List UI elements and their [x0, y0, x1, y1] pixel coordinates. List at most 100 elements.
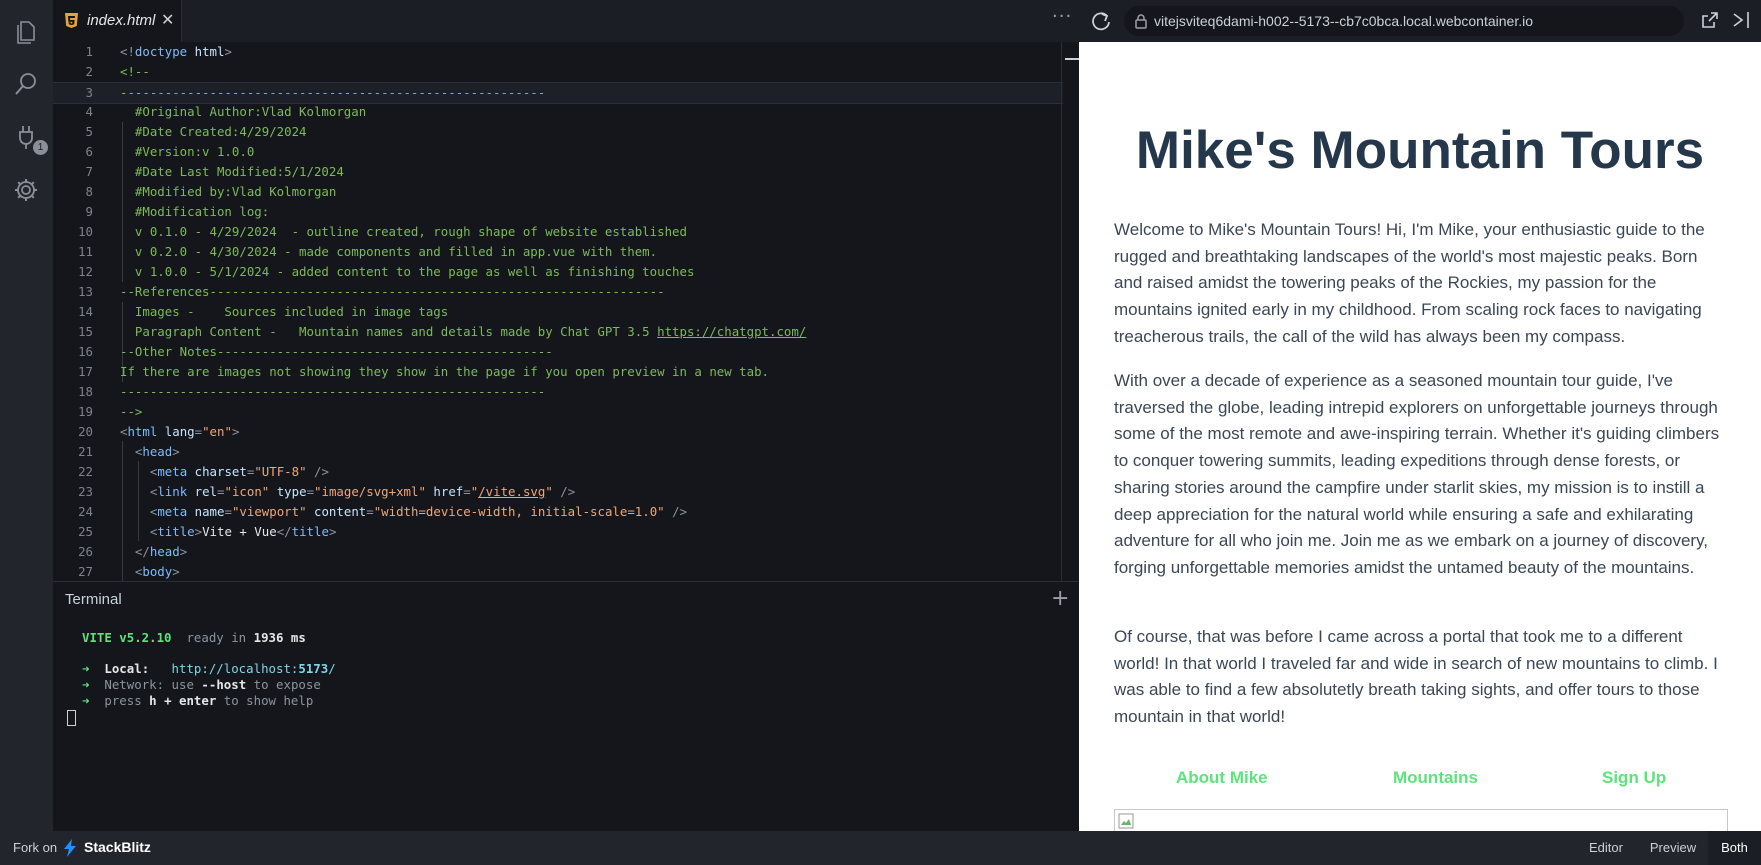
line-number: 2 — [85, 64, 93, 79]
code-line[interactable]: 6 #Version:v 1.0.0 — [53, 142, 1063, 162]
code-line[interactable]: 19 --> — [53, 402, 1063, 422]
code-line[interactable]: 25 <title>Vite + Vue</title> — [53, 522, 1063, 542]
stackblitz-brand[interactable]: StackBlitz — [84, 839, 151, 855]
vite-version: VITE v5.2.10 — [82, 630, 172, 645]
line-code: ----------------------------------------… — [120, 85, 546, 100]
line-code: #Modification log: — [120, 204, 270, 219]
terminal-line-network: ➜ Network: use --host to expose — [82, 677, 321, 692]
code-line[interactable]: 16 --Other Notes-------------------------… — [53, 342, 1063, 362]
code-line[interactable]: 13 --References--------------------------… — [53, 282, 1063, 302]
line-number: 1 — [85, 44, 93, 59]
files-icon[interactable] — [12, 16, 40, 44]
line-number: 25 — [78, 524, 93, 539]
preview-url-bar[interactable]: vitejsviteq6dami-h002--5173--cb7c0bca.lo… — [1124, 6, 1684, 36]
network-label: Network: — [104, 677, 165, 692]
line-number: 26 — [78, 544, 93, 559]
new-terminal-button[interactable]: + — [1051, 586, 1069, 611]
open-in-new-tab-icon[interactable] — [1700, 10, 1720, 30]
gear-icon[interactable] — [12, 176, 40, 204]
code-line[interactable]: 26 </head> — [53, 542, 1063, 562]
view-editor-button[interactable]: Editor — [1574, 831, 1638, 865]
line-code: #Modified by:Vlad Kolmorgan — [120, 184, 337, 199]
line-number: 9 — [85, 204, 93, 219]
line-number: 8 — [85, 184, 93, 199]
experience-paragraph: With over a decade of experience as a se… — [1114, 371, 1720, 577]
line-code: --> — [120, 404, 143, 419]
network-expose: to expose — [253, 677, 321, 692]
line-code: #Date Last Modified:5/1/2024 — [120, 164, 344, 179]
html5-icon — [65, 13, 78, 28]
code-line[interactable]: 4 #Original Author:Vlad Kolmorgan — [53, 102, 1063, 122]
url-text: vitejsviteq6dami-h002--5173--cb7c0bca.lo… — [1154, 13, 1533, 29]
line-code: <body> — [134, 564, 180, 579]
code-line[interactable]: 7 #Date Last Modified:5/1/2024 — [53, 162, 1063, 182]
code-line[interactable]: 17 If there are images not showing they s… — [53, 362, 1063, 382]
terminal-title: Terminal — [65, 591, 122, 608]
line-number: 3 — [85, 85, 93, 100]
local-port: 5173 — [298, 661, 329, 676]
code-line[interactable]: 5 #Date Created:4/29/2024 — [53, 122, 1063, 142]
broken-image-icon — [1118, 813, 1134, 829]
code-line[interactable]: 14 Images - Sources included in image ta… — [53, 302, 1063, 322]
dock-panel-icon[interactable] — [1730, 10, 1752, 30]
code-line[interactable]: 20 <html lang="en"> — [53, 422, 1063, 442]
terminal-panel[interactable]: Terminal + VITE v5.2.10 ready in 1936 ms… — [53, 581, 1079, 832]
local-url-suffix: / — [328, 661, 336, 676]
local-url[interactable]: http://localhost:5173/ — [172, 661, 336, 676]
line-number: 5 — [85, 124, 93, 139]
more-options-icon[interactable]: ··· — [1052, 6, 1072, 27]
code-line[interactable]: 22 <meta charset="UTF-8" /> — [53, 462, 1063, 482]
line-number: 21 — [78, 444, 93, 459]
code-line[interactable]: 21 <head> — [53, 442, 1063, 462]
fork-label[interactable]: Fork on — [13, 840, 57, 855]
refresh-icon[interactable] — [1090, 10, 1112, 32]
editor-scrollbar[interactable] — [1061, 42, 1062, 581]
nav-mountains[interactable]: Mountains — [1393, 768, 1478, 788]
line-code: v 1.0.0 - 5/1/2024 - added content to th… — [120, 264, 695, 279]
code-line[interactable]: 2 <!-- — [53, 62, 1063, 82]
preview-pane[interactable]: Mike's Mountain Tours Welcome to Mike's … — [1079, 42, 1761, 831]
line-number: 18 — [78, 384, 93, 399]
ready-ms: 1936 — [253, 630, 284, 645]
line-code: #Version:v 1.0.0 — [120, 144, 255, 159]
code-line[interactable]: 24 <meta name="viewport" content="width=… — [53, 502, 1063, 522]
code-line[interactable]: 11 v 0.2.0 - 4/30/2024 - made components… — [53, 242, 1063, 262]
code-line[interactable]: 9 #Modification log: — [53, 202, 1063, 222]
line-code: --References----------------------------… — [120, 284, 665, 299]
line-code: <meta name="viewport" content="width=dev… — [149, 504, 688, 519]
tab-index-html[interactable]: index.html ✕ — [53, 0, 182, 42]
arrow-icon: ➜ — [82, 661, 90, 676]
lock-icon — [1135, 14, 1147, 29]
nav-about-mike[interactable]: About Mike — [1176, 768, 1268, 788]
code-line[interactable]: 10 v 0.1.0 - 4/29/2024 - outline created… — [53, 222, 1063, 242]
tab-close-button[interactable]: ✕ — [161, 10, 174, 29]
code-line[interactable]: 15 Paragraph Content - Mountain names an… — [53, 322, 1063, 342]
line-code: If there are images not showing they sho… — [120, 364, 770, 379]
line-code: <title>Vite + Vue</title> — [149, 524, 337, 539]
line-code: #Original Author:Vlad Kolmorgan — [120, 104, 367, 119]
terminal-line-local: ➜ Local: http://localhost:5173/ — [82, 661, 336, 676]
stackblitz-bolt-icon[interactable] — [63, 839, 77, 857]
code-editor[interactable]: 1 <!doctype html> 2 <!-- 3 ------------------… — [53, 42, 1079, 581]
code-line[interactable]: 27 <body> — [53, 562, 1063, 581]
view-both-button[interactable]: Both — [1708, 831, 1761, 865]
line-number: 27 — [78, 564, 93, 579]
search-icon[interactable] — [12, 70, 40, 98]
view-preview-button[interactable]: Preview — [1638, 831, 1708, 865]
line-code: v 0.1.0 - 4/29/2024 - outline created, r… — [120, 224, 687, 239]
code-line[interactable]: 8 #Modified by:Vlad Kolmorgan — [53, 182, 1063, 202]
code-line[interactable]: 12 v 1.0.0 - 5/1/2024 - added content to… — [53, 262, 1063, 282]
line-code: <!-- — [120, 64, 150, 79]
scrollbar-thumb[interactable] — [1065, 58, 1079, 60]
code-line[interactable]: 1 <!doctype html> — [53, 42, 1063, 62]
line-number: 6 — [85, 144, 93, 159]
code-line[interactable]: 3 ---------------------------------------… — [53, 82, 1063, 104]
line-number: 11 — [78, 244, 93, 259]
code-line[interactable]: 18 --------------------------------------… — [53, 382, 1063, 402]
line-number: 19 — [78, 404, 93, 419]
page-title: Mike's Mountain Tours — [1135, 121, 1705, 180]
line-code: Paragraph Content - Mountain names and d… — [120, 324, 807, 339]
code-line[interactable]: 23 <link rel="icon" type="image/svg+xml"… — [53, 482, 1063, 502]
nav-sign-up[interactable]: Sign Up — [1602, 768, 1666, 788]
local-url-prefix: http://localhost: — [171, 661, 299, 676]
